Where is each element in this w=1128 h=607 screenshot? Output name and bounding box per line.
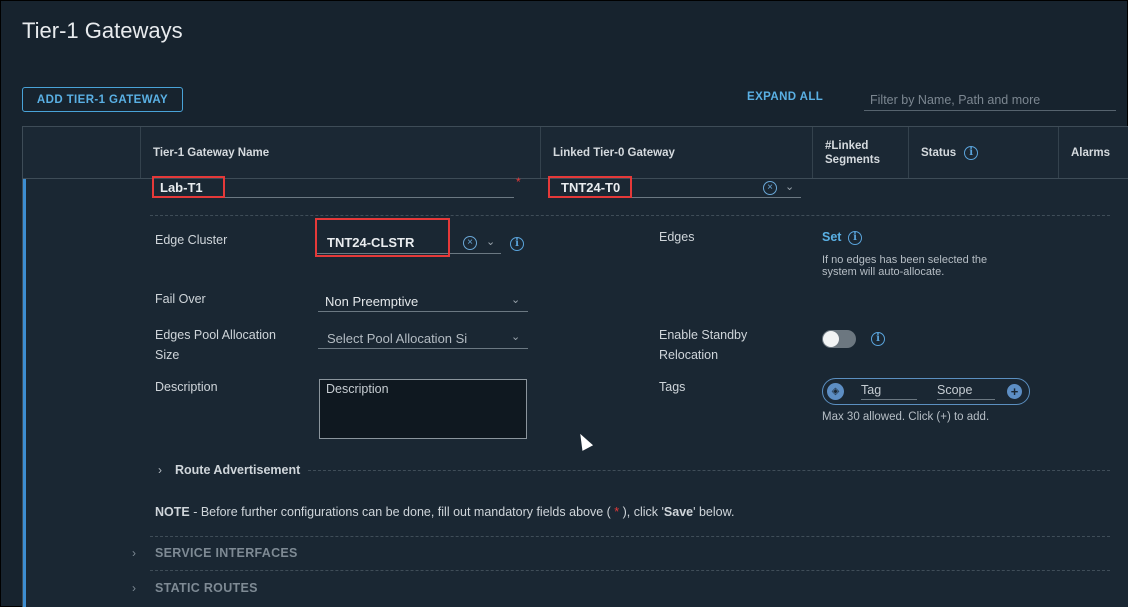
chevron-right-icon[interactable]: ›: [132, 546, 136, 560]
edges-help-line1: If no edges has been selected the: [822, 254, 988, 266]
standby-relocation-toggle[interactable]: [822, 330, 856, 348]
tags-input[interactable]: ◈ Tag Scope +: [822, 378, 1030, 405]
note-part: ), click ': [619, 505, 664, 519]
standby-label-line1: Enable Standby: [659, 328, 748, 342]
description-textarea[interactable]: Description: [319, 379, 527, 439]
note-label: NOTE: [155, 505, 190, 519]
divider: [150, 215, 1110, 216]
edge-cluster-info-icon[interactable]: i: [510, 237, 524, 251]
note-save: Save: [663, 505, 694, 519]
column-gateway-name[interactable]: Tier-1 Gateway Name: [140, 127, 540, 178]
chevron-right-icon[interactable]: ›: [158, 463, 162, 477]
column-linked-segments[interactable]: #Linked Segments: [812, 127, 908, 178]
route-advertisement-toggle[interactable]: Route Advertisement: [175, 463, 300, 477]
column-label: Alarms: [1071, 146, 1110, 159]
edge-cluster-value: TNT24-CLSTR: [327, 235, 415, 250]
page-title: Tier-1 Gateways: [22, 18, 183, 43]
column-label: Segments: [825, 153, 880, 166]
failover-value: Non Preemptive: [325, 294, 419, 309]
static-routes-section[interactable]: STATIC ROUTES: [155, 581, 258, 595]
column-alarms[interactable]: Alarms: [1058, 127, 1128, 178]
column-label: Status: [921, 146, 957, 159]
table-header: Tier-1 Gateway Name Linked Tier-0 Gatewa…: [23, 127, 1128, 179]
failover-label: Fail Over: [155, 292, 206, 306]
note-part: ' below.: [693, 505, 735, 519]
column-label: Tier-1 Gateway Name: [153, 146, 270, 159]
tags-help: Max 30 allowed. Click (+) to add.: [822, 411, 990, 423]
column-label: #Linked: [825, 139, 869, 152]
chevron-down-icon[interactable]: ⌄: [511, 293, 520, 306]
pool-allocation-label-line2: Size: [155, 348, 180, 362]
clear-icon[interactable]: ×: [463, 236, 477, 250]
note-text: NOTE - Before further configurations can…: [155, 505, 734, 519]
edges-set-link[interactable]: Set: [822, 230, 841, 244]
gateways-table: Tier-1 Gateway Name Linked Tier-0 Gatewa…: [22, 126, 1128, 607]
pool-allocation-label-line1: Edges Pool Allocation: [155, 328, 276, 342]
tag-field[interactable]: Tag: [861, 383, 917, 400]
gateway-name-value: Lab-T1: [160, 180, 203, 195]
column-status[interactable]: Status i: [908, 127, 1058, 178]
divider: [150, 570, 1110, 571]
chevron-down-icon[interactable]: ⌄: [785, 180, 794, 193]
add-tier1-gateway-button[interactable]: ADD TIER-1 GATEWAY: [22, 87, 183, 112]
note-part: - Before further configurations can be d…: [189, 505, 615, 519]
required-asterisk: *: [516, 175, 521, 189]
tier0-value: TNT24-T0: [561, 180, 621, 195]
edges-help-line2: system will auto-allocate.: [822, 266, 945, 278]
edges-label: Edges: [659, 230, 695, 244]
add-tag-icon[interactable]: +: [1007, 384, 1022, 399]
edge-cluster-label: Edge Cluster: [155, 233, 228, 247]
service-interfaces-section[interactable]: SERVICE INTERFACES: [155, 546, 298, 560]
clear-icon[interactable]: ×: [763, 181, 777, 195]
chevron-down-icon[interactable]: ⌄: [511, 330, 520, 343]
standby-info-icon[interactable]: i: [871, 332, 885, 346]
divider: [150, 536, 1110, 537]
description-label: Description: [155, 380, 218, 394]
standby-label-line2: Relocation: [659, 348, 719, 362]
status-info-icon[interactable]: i: [964, 145, 979, 160]
tag-icon: ◈: [827, 383, 844, 400]
tags-label: Tags: [659, 380, 686, 394]
edges-info-icon[interactable]: i: [848, 231, 862, 245]
column-label: Linked Tier-0 Gateway: [553, 146, 675, 159]
filter-input[interactable]: [864, 89, 1116, 111]
toggle-knob: [823, 331, 839, 347]
expand-all-link[interactable]: EXPAND ALL: [747, 91, 823, 103]
scope-field[interactable]: Scope: [937, 383, 995, 400]
pool-allocation-placeholder: Select Pool Allocation Si: [327, 331, 468, 346]
column-linked-tier0[interactable]: Linked Tier-0 Gateway: [540, 127, 812, 178]
divider: [308, 470, 1110, 471]
chevron-right-icon[interactable]: ›: [132, 581, 136, 595]
chevron-down-icon[interactable]: ⌄: [486, 235, 495, 248]
